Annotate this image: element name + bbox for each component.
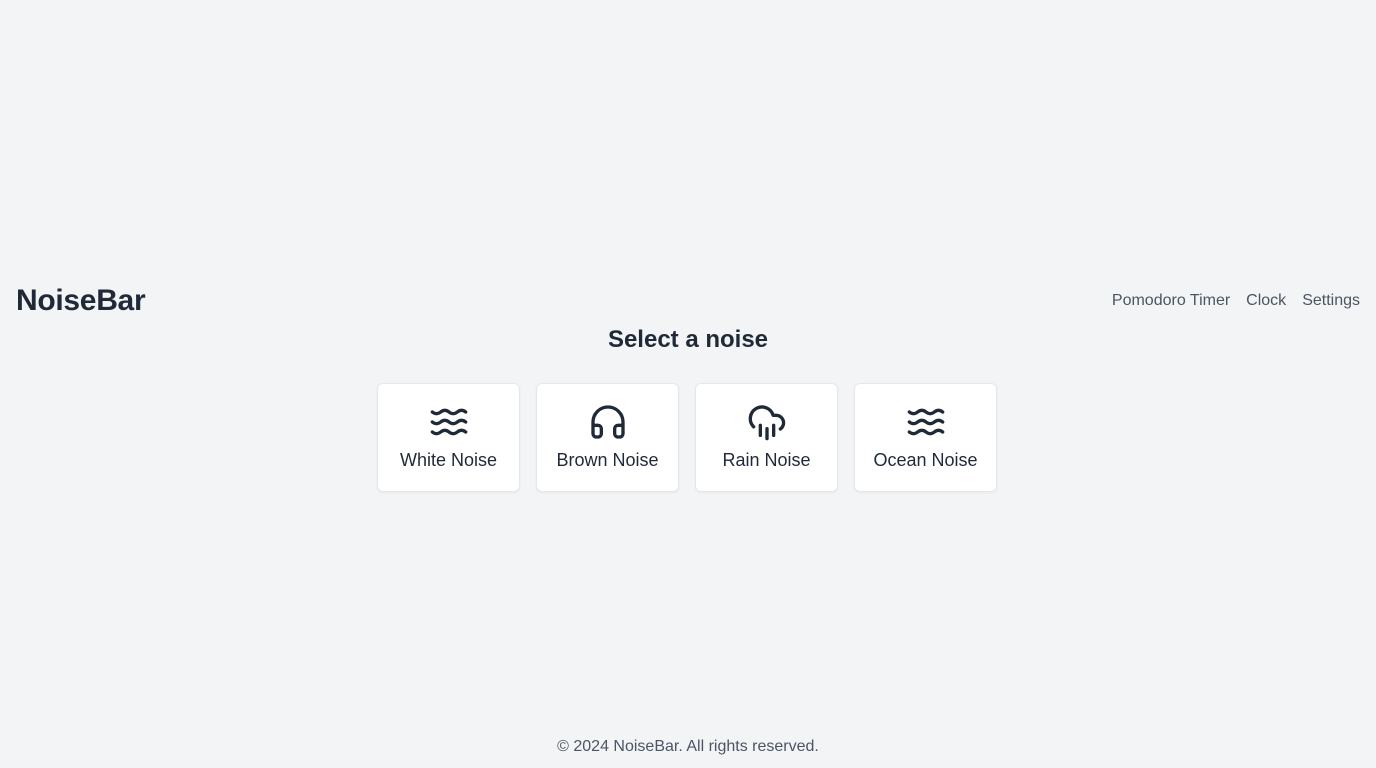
noise-card-rain[interactable]: Rain Noise: [695, 383, 838, 492]
nav-link-settings[interactable]: Settings: [1302, 292, 1360, 310]
cloud-rain-icon: [747, 402, 787, 442]
noise-card-label: Ocean Noise: [873, 450, 978, 470]
waves-icon: [429, 402, 469, 442]
app-root: NoiseBar Pomodoro Timer Clock Settings S…: [0, 0, 1376, 768]
top-nav-bar: NoiseBar Pomodoro Timer Clock Settings: [0, 278, 1376, 324]
footer-copyright: © 2024 NoiseBar. All rights reserved.: [557, 738, 819, 755]
headphones-icon: [588, 402, 628, 442]
noise-card-label: Brown Noise: [556, 450, 659, 470]
nav-link-clock[interactable]: Clock: [1246, 292, 1286, 310]
noise-card-brown[interactable]: Brown Noise: [536, 383, 679, 492]
noise-card-label: White Noise: [399, 450, 498, 470]
main-nav: Pomodoro Timer Clock Settings: [1112, 292, 1360, 310]
waves-icon: [906, 402, 946, 442]
page-title: Select a noise: [607, 326, 769, 353]
noise-card-ocean[interactable]: Ocean Noise: [854, 383, 997, 492]
brand-logo-text[interactable]: NoiseBar: [16, 284, 146, 318]
noise-card-list: White Noise Brown Noise Rain Noise Ocean…: [377, 383, 997, 492]
noise-card-label: Rain Noise: [722, 450, 811, 470]
noise-card-white[interactable]: White Noise: [377, 383, 520, 492]
nav-link-pomodoro-timer[interactable]: Pomodoro Timer: [1112, 292, 1230, 310]
